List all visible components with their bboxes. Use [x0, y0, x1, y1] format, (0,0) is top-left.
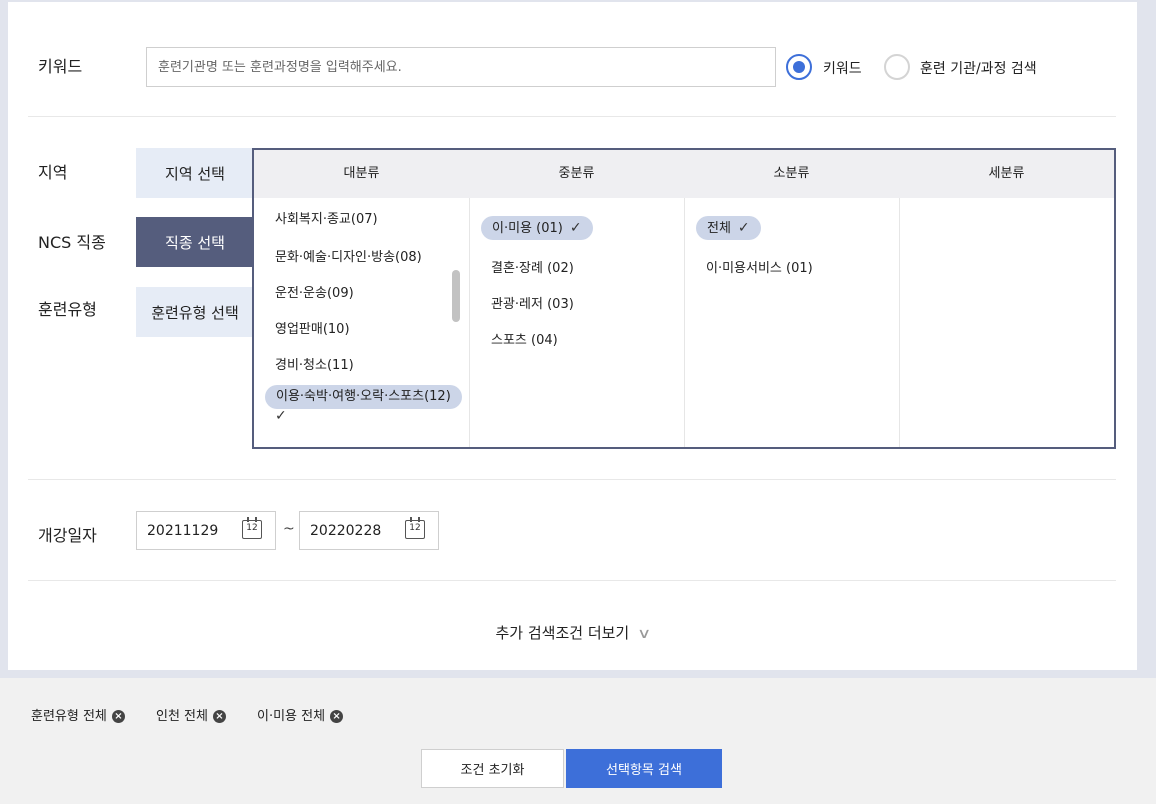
radio-institution-label: 훈련 기관/과정 검색 [920, 61, 1037, 77]
chip-label: 이·미용 전체 [257, 709, 326, 724]
selected-chip: 이·미용 전체 × [257, 705, 344, 724]
keyword-input[interactable] [146, 47, 776, 87]
end-date-value: 20220228 [310, 523, 382, 539]
calendar-icon[interactable]: 12 [405, 517, 425, 539]
training-type-select-button[interactable]: 훈련유형 선택 [136, 287, 254, 337]
search-button[interactable]: 선택항목 검색 [566, 749, 722, 788]
start-date-field[interactable]: 20211129 12 [136, 511, 276, 550]
minor-item-selected[interactable]: 전체 ✓ [696, 216, 761, 240]
divider [28, 580, 1116, 581]
major-item[interactable]: 영업판매(10) [275, 318, 350, 337]
region-label: 지역 [38, 163, 68, 182]
divider [28, 116, 1116, 117]
middle-item[interactable]: 결혼·장례 (02) [491, 257, 574, 276]
radio-institution[interactable] [884, 54, 910, 80]
remove-icon[interactable]: × [111, 710, 125, 723]
training-type-label: 훈련유형 [38, 300, 97, 319]
reset-button-label: 조건 초기화 [460, 763, 525, 778]
middle-item-selected-label: 이·미용 (01) [492, 221, 563, 236]
ncs-select-button[interactable]: 직종 선택 [136, 217, 254, 267]
major-item[interactable]: 사회복지·종교(07) [275, 208, 378, 227]
major-item-selected-label: 이용·숙박·여행·오락·스포츠(12) [276, 389, 451, 404]
reset-button[interactable]: 조건 초기화 [421, 749, 564, 788]
end-date-field[interactable]: 20220228 12 [299, 511, 439, 550]
region-select-label: 지역 선택 [165, 164, 225, 183]
radio-keyword-label: 키워드 [823, 61, 862, 77]
header-detail: 세분류 [988, 166, 1025, 181]
date-label: 개강일자 [38, 526, 97, 545]
remove-icon[interactable]: × [212, 710, 226, 723]
divider [28, 479, 1116, 480]
calendar-icon[interactable]: 12 [242, 517, 262, 539]
selected-chip: 훈련유형 전체 × [31, 705, 125, 724]
middle-item-selected[interactable]: 이·미용 (01) ✓ [481, 216, 593, 240]
major-item[interactable]: 경비·청소(11) [275, 354, 354, 373]
chip-label: 인천 전체 [156, 709, 208, 724]
date-separator: ~ [283, 521, 295, 537]
middle-column[interactable]: 이·미용 (01) ✓ 결혼·장례 (02) 관광·레저 (03) 스포츠 (04… [470, 198, 685, 447]
check-icon: ✓ [737, 220, 750, 236]
header-middle: 중분류 [558, 166, 595, 181]
chevron-down-icon: ∨ [637, 626, 652, 642]
minor-item[interactable]: 이·미용서비스 (01) [706, 257, 813, 276]
check-icon: ✓ [275, 408, 287, 424]
major-item[interactable]: 문화·예술·디자인·방송(08) [275, 246, 422, 265]
minor-column[interactable]: 전체 ✓ 이·미용서비스 (01) [685, 198, 900, 447]
header-major: 대분류 [343, 166, 380, 181]
header-minor: 소분류 [773, 166, 810, 181]
start-date-value: 20211129 [147, 523, 219, 539]
check-icon: ✓ [569, 220, 582, 236]
radio-keyword[interactable] [786, 54, 812, 80]
training-type-select-label: 훈련유형 선택 [151, 303, 239, 322]
ncs-select-label: 직종 선택 [165, 233, 225, 252]
major-item[interactable]: 운전·운송(09) [275, 282, 354, 301]
picker-header: 대분류 중분류 소분류 세분류 [254, 150, 1114, 198]
minor-item-selected-label: 전체 [707, 221, 731, 236]
chip-label: 훈련유형 전체 [31, 709, 107, 724]
middle-item[interactable]: 스포츠 (04) [491, 329, 558, 348]
selected-conditions-bar: 훈련유형 전체 × 인천 전체 × 이·미용 전체 × 조건 초기화 선택항목 검색 [0, 678, 1156, 804]
remove-icon[interactable]: × [330, 710, 344, 723]
scrollbar-thumb[interactable] [452, 270, 460, 322]
middle-item[interactable]: 관광·레저 (03) [491, 293, 574, 312]
region-select-button[interactable]: 지역 선택 [136, 148, 254, 198]
more-conditions-toggle[interactable]: 추가 검색조건 더보기 ∨ [8, 622, 1137, 643]
selected-chip: 인천 전체 × [156, 705, 226, 724]
major-column[interactable]: 사회복지·종교(07) 문화·예술·디자인·방송(08) 운전·운송(09) 영… [254, 198, 470, 447]
more-conditions-label: 추가 검색조건 더보기 [495, 624, 630, 642]
ncs-category-picker: 대분류 중분류 소분류 세분류 사회복지·종교(07) 문화·예술·디자인·방송… [252, 148, 1116, 449]
detail-column[interactable] [900, 198, 1114, 447]
search-button-label: 선택항목 검색 [606, 763, 682, 778]
major-item-selected[interactable]: 이용·숙박·여행·오락·스포츠(12) [265, 385, 462, 409]
keyword-label: 키워드 [38, 57, 83, 76]
ncs-label: NCS 직종 [38, 233, 106, 252]
